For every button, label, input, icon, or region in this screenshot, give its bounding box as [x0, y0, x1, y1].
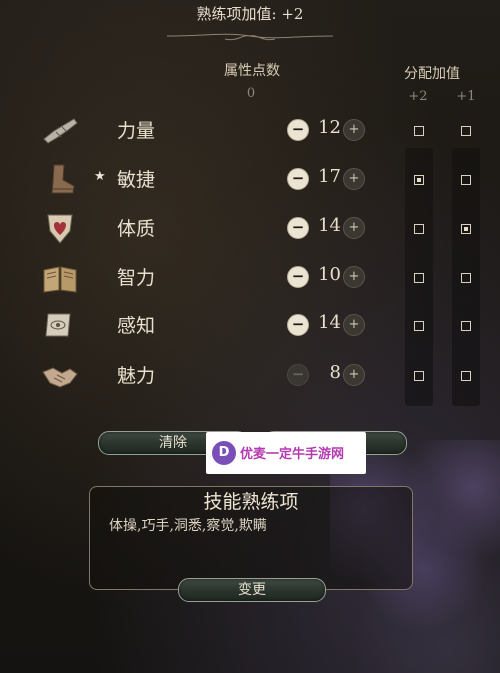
- attribute-value: 14: [318, 312, 341, 333]
- skill-proficiencies-panel: 技能熟练项 体操,巧手,洞悉,察觉,欺瞒: [89, 486, 413, 590]
- bonus-plus2-checkbox[interactable]: [414, 371, 424, 381]
- attribute-name: 智力: [117, 267, 156, 289]
- open-book-icon: [43, 266, 77, 293]
- bonus-plus2-checkbox[interactable]: [414, 175, 424, 185]
- armored-arm-icon: [43, 118, 78, 144]
- proficiency-bonus-title: 熟练项加值: +2: [196, 5, 304, 23]
- skill-proficiencies-title: 技能熟练项: [203, 491, 299, 513]
- bonus-plus1-checkbox[interactable]: [461, 321, 471, 331]
- decrease-button[interactable]: −: [287, 168, 309, 190]
- decrease-button[interactable]: −: [287, 217, 309, 239]
- attribute-value: 12: [318, 117, 341, 138]
- attribute-points-label: 属性点数: [224, 63, 280, 79]
- increase-button[interactable]: +: [343, 364, 365, 386]
- decrease-button[interactable]: −: [287, 364, 309, 386]
- attribute-name: 敏捷: [117, 169, 156, 191]
- attribute-name: 体质: [117, 218, 156, 240]
- bonus-column-label: 分配加值: [404, 66, 460, 82]
- primary-attribute-star-icon: ★: [94, 169, 106, 184]
- increase-button[interactable]: +: [343, 217, 365, 239]
- skill-proficiencies-list: 体操,巧手,洞悉,察觉,欺瞒: [109, 518, 267, 534]
- attribute-value: 8: [329, 362, 341, 383]
- decrease-button[interactable]: −: [287, 314, 309, 336]
- increase-button[interactable]: +: [343, 266, 365, 288]
- bonus-plus1-checkbox[interactable]: [461, 371, 471, 381]
- watermark-banner: D 优麦一定牛手游网: [206, 432, 366, 474]
- heart-shield-icon: [47, 214, 73, 244]
- scroll-eye-icon: [45, 313, 71, 337]
- bonus-plus1-checkbox[interactable]: [461, 175, 471, 185]
- bonus-plus1-label: +1: [456, 89, 476, 104]
- bonus-plus1-checkbox[interactable]: [461, 273, 471, 283]
- attribute-row: 智力 −10 +: [0, 258, 500, 298]
- attribute-row: 体质 −14 +: [0, 209, 500, 249]
- bonus-plus1-checkbox[interactable]: [461, 224, 471, 234]
- attribute-value: 10: [318, 264, 341, 285]
- attribute-row: ★ 敏捷 −17 +: [0, 160, 500, 200]
- attribute-name: 力量: [117, 120, 156, 142]
- increase-button[interactable]: +: [343, 119, 365, 141]
- attribute-name: 魅力: [117, 365, 156, 387]
- bonus-plus2-checkbox[interactable]: [414, 321, 424, 331]
- attribute-row: 感知 −14 +: [0, 306, 500, 346]
- change-button[interactable]: 变更: [178, 578, 326, 602]
- attribute-row: 魅力 −8 +: [0, 356, 500, 396]
- increase-button[interactable]: +: [343, 168, 365, 190]
- watermark-text: 优麦一定牛手游网: [240, 447, 345, 462]
- decrease-button[interactable]: −: [287, 119, 309, 141]
- attribute-value: 14: [318, 215, 341, 236]
- bonus-plus2-checkbox[interactable]: [414, 126, 424, 136]
- remaining-points: 0: [246, 86, 256, 101]
- attribute-row: 力量 −12 +: [0, 111, 500, 151]
- attribute-value: 17: [318, 166, 341, 187]
- bonus-plus2-checkbox[interactable]: [414, 224, 424, 234]
- handshake-icon: [42, 367, 78, 388]
- attribute-name: 感知: [117, 315, 156, 337]
- bonus-plus1-checkbox[interactable]: [461, 126, 471, 136]
- boot-icon: [51, 164, 75, 194]
- decrease-button[interactable]: −: [287, 266, 309, 288]
- bonus-plus2-label: +2: [408, 89, 428, 104]
- increase-button[interactable]: +: [343, 314, 365, 336]
- watermark-logo-icon: D: [212, 441, 236, 465]
- ornament-divider-icon: [166, 33, 334, 41]
- bonus-plus2-checkbox[interactable]: [414, 273, 424, 283]
